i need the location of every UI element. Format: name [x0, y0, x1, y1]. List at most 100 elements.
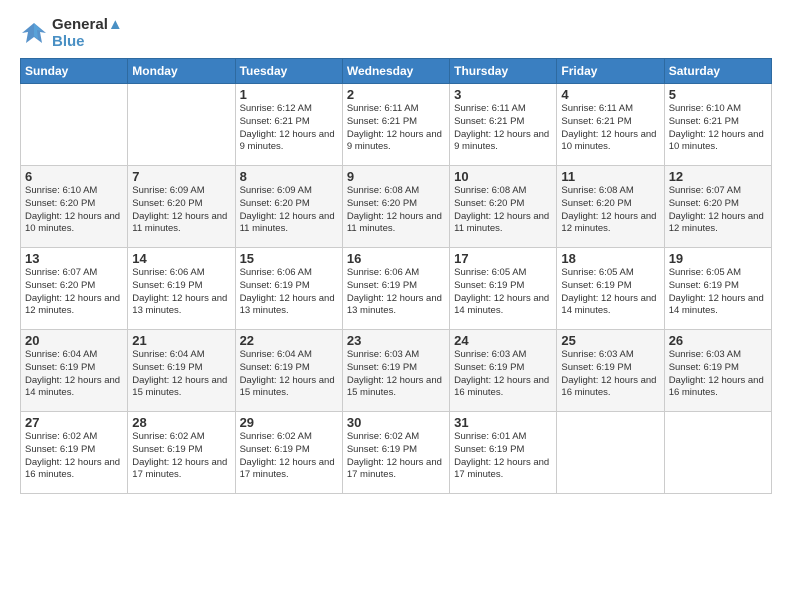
calendar-cell: 14Sunrise: 6:06 AM Sunset: 6:19 PM Dayli… — [128, 248, 235, 330]
calendar-week-row: 20Sunrise: 6:04 AM Sunset: 6:19 PM Dayli… — [21, 330, 772, 412]
logo-icon — [20, 19, 48, 47]
calendar-cell: 5Sunrise: 6:10 AM Sunset: 6:21 PM Daylig… — [664, 84, 771, 166]
calendar-week-row: 6Sunrise: 6:10 AM Sunset: 6:20 PM Daylig… — [21, 166, 772, 248]
day-info: Sunrise: 6:11 AM Sunset: 6:21 PM Dayligh… — [561, 103, 659, 154]
calendar-week-row: 1Sunrise: 6:12 AM Sunset: 6:21 PM Daylig… — [21, 84, 772, 166]
calendar-cell: 23Sunrise: 6:03 AM Sunset: 6:19 PM Dayli… — [342, 330, 449, 412]
day-number: 21 — [132, 333, 230, 348]
calendar-cell: 12Sunrise: 6:07 AM Sunset: 6:20 PM Dayli… — [664, 166, 771, 248]
day-number: 20 — [25, 333, 123, 348]
calendar-cell: 24Sunrise: 6:03 AM Sunset: 6:19 PM Dayli… — [450, 330, 557, 412]
day-number: 6 — [25, 169, 123, 184]
calendar-table: SundayMondayTuesdayWednesdayThursdayFrid… — [20, 58, 772, 494]
day-info: Sunrise: 6:01 AM Sunset: 6:19 PM Dayligh… — [454, 431, 552, 482]
day-number: 26 — [669, 333, 767, 348]
day-info: Sunrise: 6:06 AM Sunset: 6:19 PM Dayligh… — [347, 267, 445, 318]
day-info: Sunrise: 6:09 AM Sunset: 6:20 PM Dayligh… — [132, 185, 230, 236]
day-number: 17 — [454, 251, 552, 266]
calendar-cell: 26Sunrise: 6:03 AM Sunset: 6:19 PM Dayli… — [664, 330, 771, 412]
calendar-cell: 2Sunrise: 6:11 AM Sunset: 6:21 PM Daylig… — [342, 84, 449, 166]
day-info: Sunrise: 6:03 AM Sunset: 6:19 PM Dayligh… — [347, 349, 445, 400]
day-info: Sunrise: 6:05 AM Sunset: 6:19 PM Dayligh… — [669, 267, 767, 318]
day-number: 7 — [132, 169, 230, 184]
day-info: Sunrise: 6:11 AM Sunset: 6:21 PM Dayligh… — [454, 103, 552, 154]
header: General▲ Blue — [20, 16, 772, 50]
day-info: Sunrise: 6:11 AM Sunset: 6:21 PM Dayligh… — [347, 103, 445, 154]
calendar-cell: 10Sunrise: 6:08 AM Sunset: 6:20 PM Dayli… — [450, 166, 557, 248]
day-info: Sunrise: 6:02 AM Sunset: 6:19 PM Dayligh… — [347, 431, 445, 482]
day-info: Sunrise: 6:10 AM Sunset: 6:21 PM Dayligh… — [669, 103, 767, 154]
calendar-week-row: 13Sunrise: 6:07 AM Sunset: 6:20 PM Dayli… — [21, 248, 772, 330]
calendar-cell: 11Sunrise: 6:08 AM Sunset: 6:20 PM Dayli… — [557, 166, 664, 248]
day-number: 15 — [240, 251, 338, 266]
day-number: 23 — [347, 333, 445, 348]
day-info: Sunrise: 6:08 AM Sunset: 6:20 PM Dayligh… — [561, 185, 659, 236]
day-number: 12 — [669, 169, 767, 184]
calendar-cell: 6Sunrise: 6:10 AM Sunset: 6:20 PM Daylig… — [21, 166, 128, 248]
calendar-cell — [21, 84, 128, 166]
day-number: 9 — [347, 169, 445, 184]
calendar-cell — [664, 412, 771, 494]
calendar-cell: 25Sunrise: 6:03 AM Sunset: 6:19 PM Dayli… — [557, 330, 664, 412]
day-number: 29 — [240, 415, 338, 430]
day-info: Sunrise: 6:05 AM Sunset: 6:19 PM Dayligh… — [561, 267, 659, 318]
calendar-cell: 7Sunrise: 6:09 AM Sunset: 6:20 PM Daylig… — [128, 166, 235, 248]
calendar-cell: 18Sunrise: 6:05 AM Sunset: 6:19 PM Dayli… — [557, 248, 664, 330]
calendar-week-row: 27Sunrise: 6:02 AM Sunset: 6:19 PM Dayli… — [21, 412, 772, 494]
day-info: Sunrise: 6:12 AM Sunset: 6:21 PM Dayligh… — [240, 103, 338, 154]
calendar-cell: 1Sunrise: 6:12 AM Sunset: 6:21 PM Daylig… — [235, 84, 342, 166]
calendar-cell: 28Sunrise: 6:02 AM Sunset: 6:19 PM Dayli… — [128, 412, 235, 494]
day-number: 18 — [561, 251, 659, 266]
day-number: 19 — [669, 251, 767, 266]
day-info: Sunrise: 6:02 AM Sunset: 6:19 PM Dayligh… — [132, 431, 230, 482]
calendar-cell — [557, 412, 664, 494]
day-info: Sunrise: 6:03 AM Sunset: 6:19 PM Dayligh… — [669, 349, 767, 400]
weekday-header: Sunday — [21, 59, 128, 84]
day-number: 27 — [25, 415, 123, 430]
weekday-header: Tuesday — [235, 59, 342, 84]
calendar-cell: 22Sunrise: 6:04 AM Sunset: 6:19 PM Dayli… — [235, 330, 342, 412]
day-number: 16 — [347, 251, 445, 266]
calendar-cell: 21Sunrise: 6:04 AM Sunset: 6:19 PM Dayli… — [128, 330, 235, 412]
weekday-header: Wednesday — [342, 59, 449, 84]
day-number: 1 — [240, 87, 338, 102]
day-number: 10 — [454, 169, 552, 184]
day-info: Sunrise: 6:03 AM Sunset: 6:19 PM Dayligh… — [454, 349, 552, 400]
calendar-cell: 20Sunrise: 6:04 AM Sunset: 6:19 PM Dayli… — [21, 330, 128, 412]
calendar-cell: 19Sunrise: 6:05 AM Sunset: 6:19 PM Dayli… — [664, 248, 771, 330]
logo: General▲ Blue — [20, 16, 123, 50]
day-info: Sunrise: 6:03 AM Sunset: 6:19 PM Dayligh… — [561, 349, 659, 400]
day-number: 14 — [132, 251, 230, 266]
calendar-cell: 13Sunrise: 6:07 AM Sunset: 6:20 PM Dayli… — [21, 248, 128, 330]
day-number: 22 — [240, 333, 338, 348]
day-info: Sunrise: 6:07 AM Sunset: 6:20 PM Dayligh… — [25, 267, 123, 318]
day-info: Sunrise: 6:02 AM Sunset: 6:19 PM Dayligh… — [240, 431, 338, 482]
day-info: Sunrise: 6:02 AM Sunset: 6:19 PM Dayligh… — [25, 431, 123, 482]
day-number: 5 — [669, 87, 767, 102]
calendar-cell: 15Sunrise: 6:06 AM Sunset: 6:19 PM Dayli… — [235, 248, 342, 330]
day-number: 13 — [25, 251, 123, 266]
calendar-cell — [128, 84, 235, 166]
day-number: 3 — [454, 87, 552, 102]
day-info: Sunrise: 6:08 AM Sunset: 6:20 PM Dayligh… — [347, 185, 445, 236]
weekday-header: Saturday — [664, 59, 771, 84]
weekday-header: Friday — [557, 59, 664, 84]
calendar-cell: 30Sunrise: 6:02 AM Sunset: 6:19 PM Dayli… — [342, 412, 449, 494]
calendar-header-row: SundayMondayTuesdayWednesdayThursdayFrid… — [21, 59, 772, 84]
day-info: Sunrise: 6:06 AM Sunset: 6:19 PM Dayligh… — [132, 267, 230, 318]
day-number: 11 — [561, 169, 659, 184]
logo-text: General▲ Blue — [52, 16, 123, 50]
day-number: 28 — [132, 415, 230, 430]
day-number: 31 — [454, 415, 552, 430]
day-info: Sunrise: 6:06 AM Sunset: 6:19 PM Dayligh… — [240, 267, 338, 318]
day-info: Sunrise: 6:04 AM Sunset: 6:19 PM Dayligh… — [132, 349, 230, 400]
day-number: 8 — [240, 169, 338, 184]
calendar-cell: 16Sunrise: 6:06 AM Sunset: 6:19 PM Dayli… — [342, 248, 449, 330]
calendar-cell: 3Sunrise: 6:11 AM Sunset: 6:21 PM Daylig… — [450, 84, 557, 166]
day-number: 25 — [561, 333, 659, 348]
weekday-header: Monday — [128, 59, 235, 84]
day-info: Sunrise: 6:10 AM Sunset: 6:20 PM Dayligh… — [25, 185, 123, 236]
day-info: Sunrise: 6:09 AM Sunset: 6:20 PM Dayligh… — [240, 185, 338, 236]
day-info: Sunrise: 6:04 AM Sunset: 6:19 PM Dayligh… — [25, 349, 123, 400]
calendar-cell: 9Sunrise: 6:08 AM Sunset: 6:20 PM Daylig… — [342, 166, 449, 248]
